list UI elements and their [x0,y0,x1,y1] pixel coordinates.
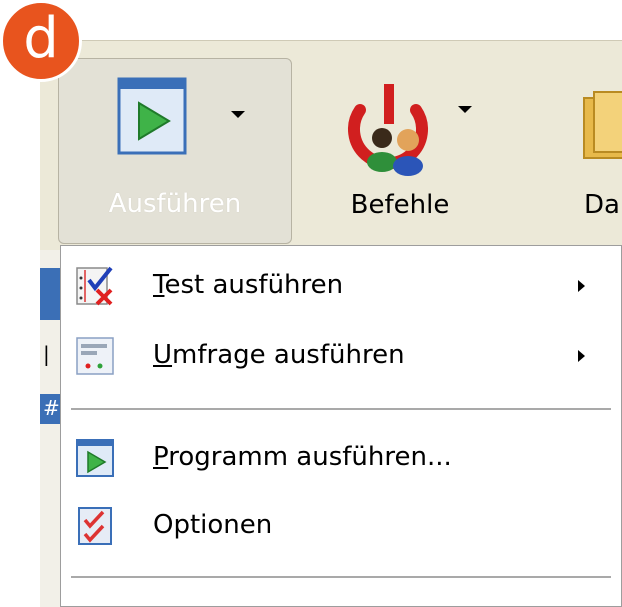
chevron-down-icon[interactable] [231,111,245,118]
run-toolbar-button[interactable]: Ausführen [58,58,292,244]
step-badge: d [0,0,82,82]
folder-icon [583,91,622,159]
commands-toolbar-label: Befehle [350,190,450,220]
run-program-icon [76,439,114,477]
background-text-fragment: | [43,342,50,366]
chevron-down-icon[interactable] [458,106,472,113]
menu-item-label: Optionen [153,510,273,540]
menu-item-run-program[interactable]: Programm ausführen... [61,424,621,488]
survey-icon [76,337,114,375]
menu-item-label: Umfrage ausführen [153,340,405,370]
power-users-icon [348,84,428,176]
menu-item-label: Test ausführen [153,270,344,300]
options-checklist-icon [78,507,112,545]
background-highlight-strip [40,268,62,320]
commands-toolbar-button[interactable]: Befehle [300,58,500,244]
menu-item-run-survey[interactable]: Umfrage ausführen [61,322,621,386]
data-toolbar-label: Da [584,190,620,220]
background-text-fragment: # [43,396,60,420]
chevron-right-icon [578,350,585,362]
menu-item-label: Programm ausführen... [153,442,452,472]
chevron-right-icon [578,280,585,292]
data-toolbar-button[interactable]: Da [568,58,622,244]
test-checklist-icon [76,266,113,306]
menu-item-run-test[interactable]: Test ausführen [61,252,621,316]
menu-separator [71,576,611,578]
play-window-icon [117,77,187,155]
run-toolbar-label: Ausführen [108,189,242,219]
menu-separator [71,408,611,410]
menu-item-options[interactable]: Optionen [61,492,621,556]
run-dropdown-menu: Test ausführen Umfrage ausführen Program… [60,245,622,607]
